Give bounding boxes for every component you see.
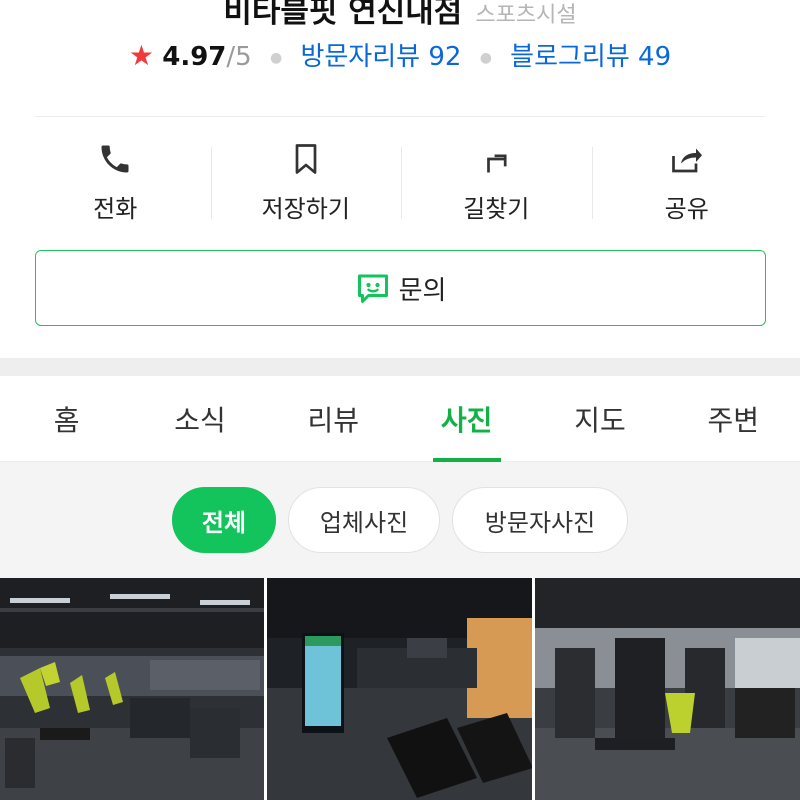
directions-label: 길찾기 xyxy=(463,195,530,223)
save-label: 저장하기 xyxy=(261,195,350,223)
photo-thumbnail[interactable] xyxy=(535,578,800,800)
gym-photo-2 xyxy=(267,578,532,800)
directions-icon xyxy=(487,154,507,173)
photo-thumbnail[interactable] xyxy=(267,578,532,800)
gym-photo-3 xyxy=(535,578,800,800)
tab-photos[interactable]: 사진 xyxy=(400,376,533,461)
tab-bar: 홈 소식 리뷰 사진 지도 주변 xyxy=(0,376,800,462)
directions-button[interactable]: 길찾기 xyxy=(401,135,592,227)
star-icon: ★ xyxy=(128,39,154,72)
photo-grid xyxy=(0,578,800,800)
action-bar: 전화 저장하기 길찾기 공유 xyxy=(20,135,782,227)
talk-bubble-icon xyxy=(357,274,388,303)
share-icon xyxy=(671,148,702,173)
rating-max: /5 xyxy=(226,42,252,72)
share-label: 공유 xyxy=(664,195,709,223)
inquiry-button[interactable]: 문의 xyxy=(35,250,766,326)
rating-row: ★ 4.97/5 ● 방문자리뷰 92 ● 블로그리뷰 49 xyxy=(0,36,800,73)
tab-reviews[interactable]: 리뷰 xyxy=(267,376,400,461)
rating-score: 4.97 xyxy=(162,42,227,72)
filter-chip-all[interactable]: 전체 xyxy=(172,487,276,553)
inquiry-label: 문의 xyxy=(398,275,447,306)
phone-icon xyxy=(101,145,129,173)
call-button[interactable]: 전화 xyxy=(20,135,211,227)
gym-photo-1 xyxy=(0,578,264,800)
place-category: 스포츠시설 xyxy=(475,3,577,28)
bookmark-icon xyxy=(295,144,317,174)
filter-chip-visitor[interactable]: 방문자사진 xyxy=(452,487,628,553)
separator-dot: ● xyxy=(269,49,283,66)
photo-filter-area: 전체 업체사진 방문자사진 xyxy=(0,462,800,578)
filter-chip-business[interactable]: 업체사진 xyxy=(288,487,440,553)
visitor-reviews-link[interactable]: 방문자리뷰 92 xyxy=(300,42,461,72)
tab-nearby[interactable]: 주변 xyxy=(667,376,800,461)
photo-thumbnail[interactable] xyxy=(0,578,264,800)
section-separator xyxy=(0,358,800,376)
place-title: 비타블핏 연신내점 xyxy=(223,0,463,30)
separator-dot: ● xyxy=(479,49,492,66)
filter-chips: 전체 업체사진 방문자사진 xyxy=(0,487,800,553)
save-button[interactable]: 저장하기 xyxy=(210,135,402,227)
tab-map[interactable]: 지도 xyxy=(533,376,666,461)
call-label: 전화 xyxy=(93,195,138,223)
tab-home[interactable]: 홈 xyxy=(0,376,133,461)
place-header: 비타블핏 연신내점 스포츠시설 xyxy=(0,0,800,31)
share-button[interactable]: 공유 xyxy=(591,135,783,227)
blog-reviews-link[interactable]: 블로그리뷰 49 xyxy=(510,42,671,72)
tab-news[interactable]: 소식 xyxy=(133,376,266,461)
divider xyxy=(35,116,765,117)
